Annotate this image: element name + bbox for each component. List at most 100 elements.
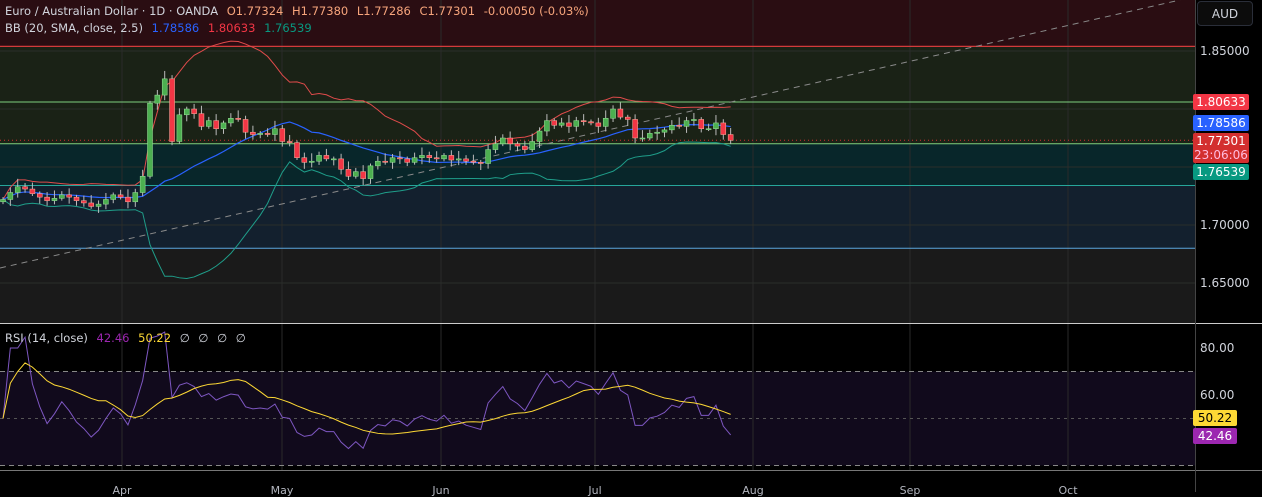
candle-body (382, 160, 388, 163)
candle-body (301, 157, 308, 163)
candle-body (95, 203, 102, 207)
candle-body (147, 102, 153, 177)
candle-body (360, 171, 366, 179)
time-label: Sep (899, 484, 921, 497)
candle-body (448, 155, 455, 161)
candle-body (647, 133, 653, 139)
candle-body (367, 165, 374, 179)
candle-body (610, 108, 616, 119)
ohlc-close: C1.77301 (419, 4, 476, 18)
symbol-title[interactable]: Euro / Australian Dollar · 1D · OANDA (5, 4, 218, 18)
candle-body (0, 199, 6, 203)
candle-body (566, 122, 572, 127)
candle-body (14, 186, 21, 193)
rsi-label: RSI (14, close) (5, 331, 88, 345)
candle-body (676, 124, 682, 127)
candle-body (654, 131, 660, 134)
price-label: 1.85000 (1200, 44, 1250, 58)
candle-body (81, 200, 87, 204)
candle-body (441, 155, 447, 160)
candle-body (705, 128, 712, 130)
time-label: May (270, 484, 294, 497)
candle-body (411, 157, 418, 163)
candle-body (558, 122, 565, 126)
time-label: Apr (112, 484, 132, 497)
ohlc-open: O1.77324 (226, 4, 284, 18)
bb-upper-value: 1.80633 (207, 21, 256, 35)
candle-body (602, 118, 609, 127)
candle-body (536, 130, 543, 142)
ohlc-change: -0.00050 (-0.03%) (483, 4, 589, 18)
candle-body (213, 120, 219, 129)
candle-body (198, 113, 205, 127)
rsi-legend[interactable]: RSI (14, close) 42.46 50.22 ∅ ∅ ∅ ∅ (5, 331, 251, 345)
candle-body (242, 119, 249, 133)
candle-body (713, 122, 719, 129)
candle-body (44, 196, 50, 201)
candle-body (154, 94, 161, 104)
rsi-axis-label: 80.00 (1200, 341, 1235, 355)
rsi-value: 42.46 (96, 331, 130, 345)
rsi-ma-value: 50.22 (138, 331, 172, 345)
rsi-extra: ∅ (235, 331, 246, 345)
candle-body (206, 120, 212, 127)
candle-body (110, 194, 116, 200)
candle-body (580, 120, 587, 123)
candle-body (426, 155, 433, 158)
bb-basis-tag: 1.78586 (1193, 115, 1249, 131)
rsi-extra: ∅ (198, 331, 209, 345)
candle-body (73, 196, 80, 201)
candle-body (117, 194, 124, 198)
candle-body (433, 157, 440, 160)
bb-upper-tag: 1.80633 (1193, 94, 1249, 110)
candle-body (316, 155, 322, 162)
candle-body (139, 176, 146, 193)
candle-body (184, 108, 190, 116)
candle-body (66, 194, 72, 198)
candle-body (88, 202, 94, 207)
price-label: 1.65000 (1200, 276, 1250, 290)
rsi-ma-tag: 50.22 (1193, 410, 1237, 426)
candle-body (191, 108, 197, 114)
candle-body (720, 122, 727, 135)
candle-body (492, 143, 499, 150)
time-label: Jun (432, 484, 450, 497)
candle-body (228, 118, 234, 124)
candle-body (338, 158, 344, 170)
candle-body (323, 155, 330, 160)
candle-body (331, 158, 337, 161)
candle-body (588, 121, 594, 124)
candle-body (691, 119, 697, 121)
candle-body (59, 194, 65, 199)
bar-countdown: 23:06:06 (1194, 148, 1248, 162)
candle-body (625, 116, 631, 120)
candle-body (529, 141, 535, 150)
time-label: Oct (1058, 484, 1078, 497)
candle-body (522, 145, 528, 150)
candle-body (176, 114, 183, 142)
candle-body (272, 128, 278, 135)
candle-body (169, 78, 175, 142)
chart-canvas[interactable] (0, 0, 1262, 492)
currency-button[interactable]: AUD (1197, 1, 1253, 26)
candle-body (353, 171, 359, 177)
candle-body (250, 131, 256, 135)
bb-lower-value: 1.76539 (264, 21, 312, 35)
zone-blue (0, 185, 1195, 249)
candle-body (698, 119, 704, 129)
rsi-extra: ∅ (179, 331, 190, 345)
candle-body (257, 133, 263, 135)
candle-body (463, 158, 469, 162)
candle-body (683, 120, 690, 127)
candle-body (132, 192, 139, 203)
candle-body (455, 158, 462, 161)
last-price: 1.77301 (1196, 134, 1246, 148)
candle-body (404, 158, 410, 163)
candle-body (595, 122, 602, 127)
candle-body (7, 192, 14, 200)
time-label: Aug (742, 484, 764, 497)
candle-body (375, 160, 381, 167)
candle-body (294, 142, 300, 158)
bb-legend[interactable]: BB (20, SMA, close, 2.5) 1.78586 1.80633… (5, 21, 317, 35)
candle-body (220, 122, 227, 129)
